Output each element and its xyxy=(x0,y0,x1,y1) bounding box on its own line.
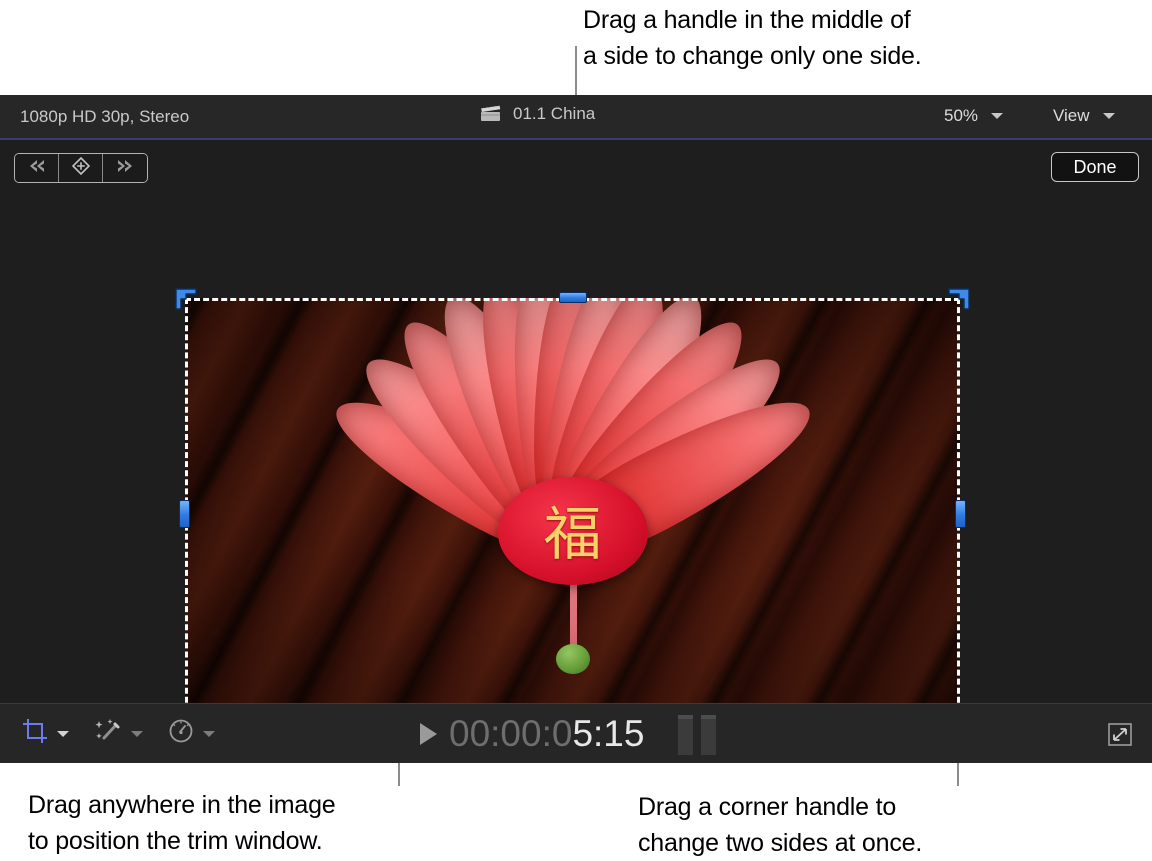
top-center-handle[interactable] xyxy=(559,292,587,303)
viewer-window: 1080p HD 30p, Stereo 01.1 xyxy=(0,95,1152,763)
video-frame-image[interactable]: 福 xyxy=(185,298,960,730)
chevron-down-icon[interactable] xyxy=(203,731,215,737)
timecode-value[interactable]: 00:00:05:15 xyxy=(449,713,644,755)
viewer-bottom-toolbar: 00:00:05:15 xyxy=(0,703,1152,763)
crop-icon xyxy=(22,718,48,749)
image-vignette xyxy=(185,298,960,730)
next-keyframe-button[interactable] xyxy=(103,154,147,182)
audio-meter-bar-right xyxy=(701,715,716,755)
chevron-down-icon[interactable] xyxy=(131,731,143,737)
callout-corner-handle-text: Drag a corner handle to change two sides… xyxy=(638,789,922,861)
clip-format-label: 1080p HD 30p, Stereo xyxy=(20,107,189,127)
speed-tool-button[interactable] xyxy=(168,718,215,749)
chevron-down-icon[interactable] xyxy=(57,731,69,737)
timecode-display[interactable]: 00:00:05:15 xyxy=(420,714,644,754)
previous-keyframe-button[interactable] xyxy=(15,154,59,182)
expand-button[interactable] xyxy=(1106,722,1134,748)
play-triangle-icon[interactable] xyxy=(420,723,437,745)
chevron-down-icon xyxy=(1103,113,1115,119)
keyframe-navigation-group xyxy=(14,153,148,183)
top-left-corner-handle[interactable] xyxy=(175,288,197,310)
crop-selection-frame[interactable]: 福 xyxy=(185,298,960,730)
crop-tool-button[interactable] xyxy=(22,718,69,749)
zoom-level-popup[interactable]: 50% xyxy=(944,106,1003,126)
speedometer-icon xyxy=(168,718,194,749)
right-center-handle[interactable] xyxy=(955,500,966,528)
double-chevron-right-icon xyxy=(114,158,136,179)
chevron-down-icon xyxy=(991,113,1003,119)
view-menu-popup[interactable]: View xyxy=(1053,106,1115,126)
audio-meter-bar-left xyxy=(678,715,693,755)
expand-arrows-icon xyxy=(1106,735,1134,752)
diamond-keyframe-icon xyxy=(71,156,91,181)
zoom-level-value: 50% xyxy=(944,106,978,126)
project-breadcrumb[interactable]: 01.1 China xyxy=(480,104,595,124)
audio-level-meter xyxy=(678,715,716,755)
callout-drag-image-text: Drag anywhere in the image to position t… xyxy=(28,787,335,859)
clapperboard-icon xyxy=(480,105,502,123)
add-keyframe-button[interactable] xyxy=(59,154,103,182)
left-center-handle[interactable] xyxy=(179,500,190,528)
video-viewer-canvas[interactable]: 福 xyxy=(0,187,1152,703)
timecode-leading-zeros: 00:00:0 xyxy=(449,713,572,754)
view-menu-label: View xyxy=(1053,106,1090,126)
project-name-label: 01.1 China xyxy=(513,104,595,124)
done-button[interactable]: Done xyxy=(1051,152,1139,182)
magic-wand-icon xyxy=(94,718,122,749)
enhance-tool-button[interactable] xyxy=(94,718,143,749)
timecode-significant: 5:15 xyxy=(572,713,644,754)
callout-top-handle-text: Drag a handle in the middle of a side to… xyxy=(583,2,922,74)
top-right-corner-handle[interactable] xyxy=(948,288,970,310)
double-chevron-left-icon xyxy=(26,158,48,179)
viewer-title-bar: 1080p HD 30p, Stereo 01.1 xyxy=(0,95,1152,140)
